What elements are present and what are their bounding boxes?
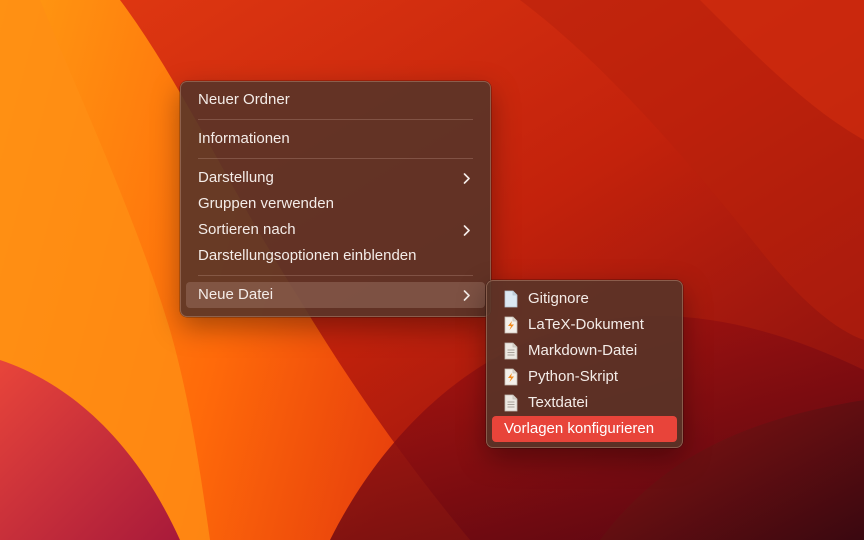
menu-item-label: Neuer Ordner	[198, 91, 290, 108]
menu-separator	[198, 275, 473, 276]
menu-separator	[198, 158, 473, 159]
submenu-item-text-file[interactable]: Textdatei	[492, 390, 677, 416]
chevron-right-icon	[463, 225, 470, 236]
submenu-item-python-script[interactable]: Python-Skript	[492, 364, 677, 390]
blank-document-icon	[504, 290, 518, 308]
chevron-right-icon	[463, 290, 470, 301]
submenu-item-label: Python-Skript	[528, 368, 619, 385]
menu-item-show-view-options[interactable]: Darstellungsoptionen einblenden	[186, 243, 485, 269]
submenu-item-label: Vorlagen konfigurieren	[504, 420, 655, 437]
menu-item-label: Darstellung	[198, 169, 274, 186]
menu-item-sort-by[interactable]: Sortieren nach	[186, 217, 485, 243]
desktop[interactable]: Neuer Ordner Informationen Darstellung G…	[0, 0, 864, 540]
menu-item-label: Sortieren nach	[198, 221, 296, 238]
submenu-item-label: Textdatei	[528, 394, 589, 411]
menu-item-label: Neue Datei	[198, 286, 274, 303]
submenu-item-gitignore[interactable]: Gitignore	[492, 286, 677, 312]
menu-separator	[198, 119, 473, 120]
text-document-icon	[504, 342, 518, 360]
new-file-submenu: Gitignore LaTeX-Dokument Markdown-Datei	[486, 280, 683, 448]
text-document-icon	[504, 394, 518, 412]
submenu-item-markdown-file[interactable]: Markdown-Datei	[492, 338, 677, 364]
script-document-icon	[504, 368, 518, 386]
submenu-item-latex-document[interactable]: LaTeX-Dokument	[492, 312, 677, 338]
menu-item-new-file[interactable]: Neue Datei	[186, 282, 485, 308]
menu-item-view[interactable]: Darstellung	[186, 165, 485, 191]
submenu-item-label: Gitignore	[528, 290, 589, 307]
menu-item-new-folder[interactable]: Neuer Ordner	[186, 87, 485, 113]
submenu-item-label: LaTeX-Dokument	[528, 316, 644, 333]
menu-item-label: Darstellungsoptionen einblenden	[198, 247, 417, 264]
menu-item-label: Informationen	[198, 130, 290, 147]
chevron-right-icon	[463, 173, 470, 184]
menu-item-use-groups[interactable]: Gruppen verwenden	[186, 191, 485, 217]
latex-document-icon	[504, 316, 518, 334]
submenu-item-configure-templates[interactable]: Vorlagen konfigurieren	[492, 416, 677, 442]
context-menu: Neuer Ordner Informationen Darstellung G…	[180, 81, 491, 317]
submenu-item-label: Markdown-Datei	[528, 342, 638, 359]
menu-item-label: Gruppen verwenden	[198, 195, 334, 212]
menu-item-get-info[interactable]: Informationen	[186, 126, 485, 152]
